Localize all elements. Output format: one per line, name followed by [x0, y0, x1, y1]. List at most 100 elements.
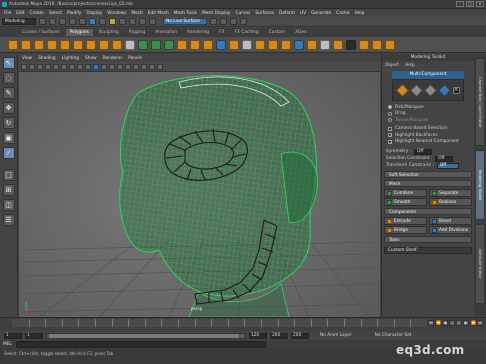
bridge-button[interactable]: Bridge	[384, 226, 427, 234]
snap-point-icon[interactable]	[139, 18, 146, 25]
resolution-gate-icon[interactable]	[69, 63, 75, 70]
merge-icon[interactable]	[294, 39, 304, 50]
ambient-occlusion-icon[interactable]	[149, 63, 155, 70]
components-section[interactable]: Components	[384, 208, 472, 215]
wireframe-on-shaded-icon[interactable]	[109, 63, 115, 70]
single-view-button[interactable]: □	[2, 169, 15, 181]
mel-input[interactable]	[16, 341, 266, 348]
go-to-end-icon[interactable]: ⏭	[477, 320, 483, 326]
snap-grid-icon[interactable]	[119, 18, 126, 25]
smooth-button[interactable]: Smooth	[384, 198, 427, 206]
fill-hole-icon[interactable]	[229, 39, 239, 50]
viewport-menu-renderer[interactable]: Renderer	[103, 56, 123, 61]
boolean-icon[interactable]	[177, 39, 187, 50]
checkbox-highlight-nearest-component[interactable]: ✓	[388, 139, 392, 144]
poly-platonic-icon[interactable]	[99, 39, 109, 50]
mesh-section[interactable]: Mesh	[384, 180, 472, 187]
new-scene-icon[interactable]	[39, 18, 46, 25]
shelf-tab-sculpting[interactable]: Sculpting	[95, 29, 123, 36]
shelf-tab-curves-surfaces[interactable]: Curves / Surfaces	[18, 29, 64, 36]
render-settings-icon[interactable]	[230, 18, 237, 25]
move-tool-button[interactable]: ✥	[2, 102, 15, 114]
anim-end-field-2[interactable]: 200	[291, 332, 309, 339]
isolate-select-icon[interactable]	[157, 63, 163, 70]
select-hierarchy-icon[interactable]	[89, 18, 96, 25]
shadows-icon[interactable]	[141, 63, 147, 70]
menu-item-deform[interactable]: Deform	[279, 11, 295, 16]
film-gate-icon[interactable]	[61, 63, 67, 70]
radio-drag[interactable]	[388, 111, 392, 116]
bevel-icon[interactable]	[216, 39, 226, 50]
select-object-icon[interactable]	[99, 18, 106, 25]
minimize-button[interactable]: –	[456, 1, 464, 7]
menu-item-generate[interactable]: Generate	[311, 11, 331, 16]
poly-plane-icon[interactable]	[73, 39, 83, 50]
side-tab-modeling-toolkit[interactable]: Modeling Toolkit	[475, 150, 485, 220]
viewport-persp[interactable]: View Shading Lighting Show Renderer Panels pe…	[19, 54, 380, 317]
shelf-tab-animation[interactable]: Animation	[151, 29, 181, 36]
step-forward-frame-icon[interactable]: ▶	[463, 320, 469, 326]
shelf-tab-fx-caching[interactable]: FX Caching	[230, 29, 262, 36]
viewport-menu-lighting[interactable]: Lighting	[62, 56, 79, 61]
four-view-button[interactable]: ⊞	[2, 184, 15, 196]
anim-end-field[interactable]: 200	[270, 332, 288, 339]
sew-uv-icon[interactable]	[385, 39, 395, 50]
poly-cube-icon[interactable]	[21, 39, 31, 50]
maximize-button[interactable]: □	[466, 1, 474, 7]
field-chart-icon[interactable]	[85, 63, 91, 70]
hypershade-icon[interactable]	[240, 18, 247, 25]
image-plane-icon[interactable]	[45, 63, 51, 70]
scale-tool-button[interactable]: ▣	[2, 132, 15, 144]
combine-button[interactable]: Combine	[384, 189, 427, 197]
edge-loop-icon[interactable]	[281, 39, 291, 50]
bookmark-icon[interactable]	[37, 63, 43, 70]
poly-disc-icon[interactable]	[86, 39, 96, 50]
viewport-menu-show[interactable]: Show	[85, 56, 97, 61]
character-set-dropdown[interactable]: No Character Set	[375, 333, 412, 338]
extrude-icon[interactable]	[190, 39, 200, 50]
add-divisions-button[interactable]: Add Divisions	[429, 226, 472, 234]
bevel-button[interactable]: Bevel	[429, 217, 472, 225]
poly-cone-icon[interactable]	[47, 39, 57, 50]
go-to-start-icon[interactable]: ⏮	[428, 320, 434, 326]
separate-button[interactable]: Separate	[429, 189, 472, 197]
menu-item-mesh[interactable]: Mesh	[131, 11, 142, 16]
step-back-frame-icon[interactable]: ◀	[442, 320, 448, 326]
menu-item-windows[interactable]: Windows	[107, 11, 126, 16]
menu-item-curves[interactable]: Curves	[235, 11, 250, 16]
range-slider-handle[interactable]	[49, 333, 239, 338]
live-surface-field[interactable]: No Live Surface	[163, 18, 207, 25]
toolkit-menu-object[interactable]: Object	[385, 63, 399, 68]
menu-item-uv[interactable]: UV	[300, 11, 306, 16]
symmetry-dropdown[interactable]: Off	[414, 148, 433, 155]
wireframe-icon[interactable]	[93, 63, 99, 70]
menu-item-mesh-tools[interactable]: Mesh Tools	[174, 11, 197, 16]
outliner-layout-button[interactable]: ☰	[2, 214, 15, 226]
range-start-field[interactable]: 1	[4, 332, 22, 339]
multi-component-header[interactable]: Multi-Component	[392, 71, 464, 79]
menu-item-modify[interactable]: Modify	[67, 11, 81, 16]
boolean-button[interactable]: Boolean	[429, 198, 472, 206]
separate-icon[interactable]	[151, 39, 161, 50]
shelf-tab-custom[interactable]: Custom	[265, 29, 289, 36]
paint-select-tool-button[interactable]: ✎	[2, 87, 15, 99]
play-forwards-icon[interactable]: ▷	[456, 320, 462, 326]
close-icon[interactable]: ✕	[452, 86, 460, 94]
poly-super-shape-icon[interactable]	[112, 39, 122, 50]
side-by-side-button[interactable]: ◫	[2, 199, 15, 211]
select-component-icon[interactable]	[109, 18, 116, 25]
poly-cylinder-icon[interactable]	[34, 39, 44, 50]
range-inner-end-field[interactable]: 120	[249, 332, 267, 339]
lasso-tool-button[interactable]: ◌	[2, 72, 15, 84]
poly-torus-icon[interactable]	[60, 39, 70, 50]
cut-uv-icon[interactable]	[372, 39, 382, 50]
menu-item-edit[interactable]: Edit	[16, 11, 24, 16]
textured-icon[interactable]	[125, 63, 131, 70]
checkbox-camera-based-selection[interactable]	[388, 126, 392, 131]
save-scene-icon[interactable]	[59, 18, 66, 25]
redo-icon[interactable]	[79, 18, 86, 25]
quad-draw-icon[interactable]	[307, 39, 317, 50]
time-ruler[interactable]	[12, 319, 427, 327]
menu-item-create[interactable]: Create	[30, 11, 44, 16]
select-tool-button[interactable]: ↖	[2, 57, 15, 69]
